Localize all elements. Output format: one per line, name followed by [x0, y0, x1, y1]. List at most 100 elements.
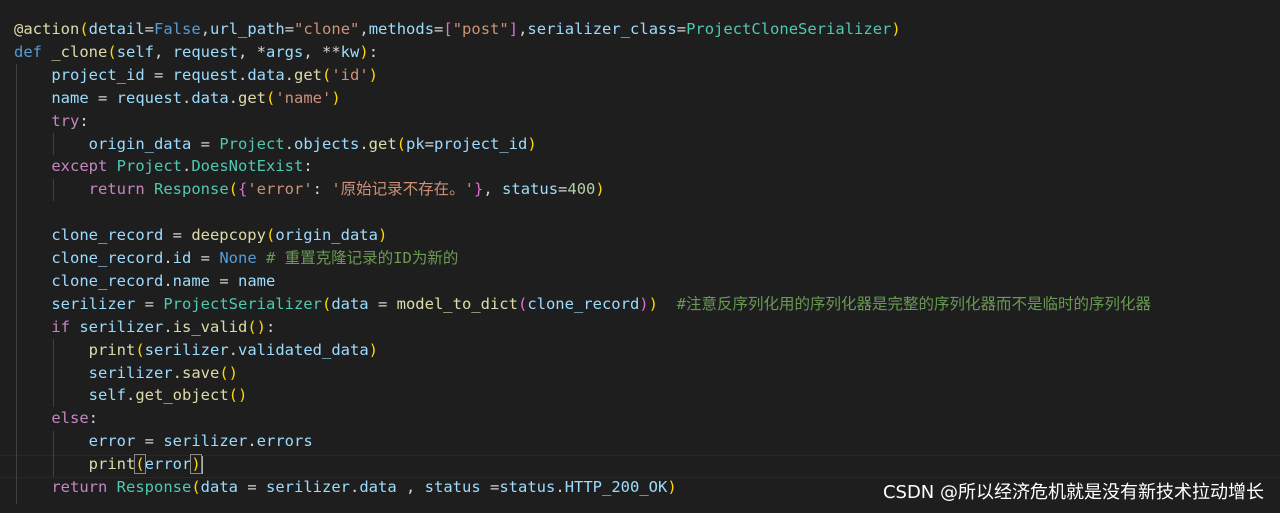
code-line[interactable]: print(serilizer.validated_data)	[14, 339, 378, 362]
code-editor[interactable]: @action(detail=False,url_path="clone",me…	[0, 0, 1280, 513]
code-line[interactable]: project_id = request.data.get('id')	[14, 64, 378, 87]
code-token-bracket-y: (	[228, 180, 238, 199]
code-token-punct	[14, 89, 51, 107]
code-token-punct	[14, 455, 89, 473]
code-token-punct: ,	[396, 478, 425, 496]
code-token-param: url_path	[210, 20, 285, 38]
code-line[interactable]: clone_record.name = name	[14, 270, 275, 293]
code-token-punct: :	[88, 409, 98, 428]
code-token-class: ProjectSerializer	[163, 294, 322, 313]
code-token-bool: False	[154, 20, 201, 38]
code-line[interactable]: name = request.data.get('name')	[14, 87, 340, 110]
code-line[interactable]: return Response({'error': '原始记录不存在。'}, s…	[14, 178, 605, 201]
code-token-variable: name	[51, 88, 89, 107]
code-token-punct	[145, 180, 154, 198]
code-token-bracket-p: (	[517, 294, 528, 313]
code-token-variable: self	[88, 386, 126, 405]
code-token-bracket-match: )	[190, 454, 202, 475]
code-line[interactable]: origin_data = Project.objects.get(pk=pro…	[14, 133, 537, 156]
code-token-variable: objects	[293, 134, 360, 153]
code-token-punct: .	[172, 363, 182, 382]
code-line[interactable]: error = serilizer.errors	[14, 430, 313, 453]
code-token-punct: =	[676, 20, 687, 38]
code-line[interactable]: clone_record = deepcopy(origin_data)	[14, 224, 387, 247]
code-token-punct: .	[163, 317, 173, 336]
code-token-punct	[14, 272, 51, 290]
code-token-punct	[14, 295, 51, 313]
code-token-punct: .	[350, 478, 360, 496]
text-cursor	[200, 455, 203, 474]
code-line[interactable]: def _clone(self, request, *args, **kw):	[14, 41, 378, 64]
code-token-function: deepcopy	[191, 226, 266, 245]
code-token-punct: =	[135, 432, 164, 451]
code-token-control: if	[51, 317, 70, 336]
code-token-bracket-p: ]	[508, 20, 519, 38]
code-token-variable: error	[88, 432, 136, 451]
code-token-punct	[107, 478, 116, 496]
code-token-punct: .	[182, 157, 192, 176]
code-line[interactable]: try:	[14, 110, 89, 133]
code-line[interactable]: clone_record.id = None # 重置克隆记录的ID为新的	[14, 247, 458, 270]
code-token-bracket-y: )	[368, 65, 379, 84]
code-token-punct: =	[191, 249, 220, 267]
code-token-variable: clone_record	[51, 226, 164, 245]
code-token-param: status	[424, 478, 481, 496]
code-token-bracket-match: (	[134, 454, 146, 475]
code-token-punct: =	[191, 134, 220, 153]
code-token-variable: error	[144, 455, 192, 474]
code-token-bracket-y: (	[265, 226, 276, 245]
code-line[interactable]: serilizer = ProjectSerializer(data = mod…	[14, 293, 1151, 316]
code-token-variable: origin_data	[275, 226, 378, 245]
code-token-variable: request	[172, 65, 238, 84]
code-line[interactable]: else:	[14, 407, 98, 430]
code-token-punct: ,	[359, 20, 369, 38]
code-token-param: data	[200, 478, 238, 496]
code-token-punct: .	[181, 88, 192, 107]
code-token-punct: :	[368, 42, 379, 61]
code-token-variable: serilizer	[144, 340, 229, 359]
code-token-punct: :	[79, 111, 89, 130]
code-line[interactable]: self.get_object()	[14, 384, 248, 407]
code-token-punct: .	[163, 249, 173, 267]
code-token-variable: clone_record	[51, 249, 164, 267]
code-token-bracket-p: [	[443, 20, 453, 38]
code-token-punct	[14, 249, 51, 267]
code-token-punct	[14, 364, 89, 382]
code-token-variable: data	[359, 478, 397, 496]
code-token-bracket-p: {	[238, 180, 248, 199]
code-line[interactable]: except Project.DoesNotExist:	[14, 155, 312, 178]
code-token-punct: :	[312, 180, 332, 199]
code-token-bracket-y: )	[368, 340, 379, 359]
code-token-param: pk	[406, 134, 425, 153]
code-token-punct	[14, 386, 89, 404]
code-token-punct	[14, 157, 51, 175]
code-line[interactable]: if serilizer.is_valid():	[14, 316, 275, 339]
code-token-punct: =	[238, 478, 266, 496]
code-token-class: DoesNotExist	[191, 157, 304, 176]
code-token-keyword: def	[14, 42, 42, 61]
code-token-string: "clone"	[294, 20, 360, 38]
code-token-class: Response	[116, 478, 192, 496]
code-token-punct: =	[144, 65, 173, 84]
code-line[interactable]: return Response(data = serilizer.data , …	[14, 476, 676, 499]
code-token-punct	[14, 409, 51, 427]
code-token-class: Response	[154, 180, 229, 199]
code-token-punct: =	[135, 294, 164, 313]
code-token-punct: .	[359, 134, 369, 153]
code-token-punct: :	[266, 317, 276, 336]
code-token-variable: errors	[256, 432, 313, 451]
code-token-variable: serilizer	[51, 294, 136, 313]
code-token-param: kw	[340, 42, 360, 61]
code-token-control: return	[51, 478, 108, 496]
code-line[interactable]: serilizer.save()	[14, 362, 238, 385]
code-token-variable: name	[172, 271, 210, 290]
code-token-punct	[14, 318, 51, 336]
code-line[interactable]: print(error)	[14, 453, 203, 476]
code-token-punct: ,	[154, 42, 173, 61]
code-line[interactable]: @action(detail=False,url_path="clone",me…	[14, 18, 901, 41]
code-token-bracket-y: (	[266, 88, 276, 107]
code-token-control: except	[51, 157, 108, 176]
code-token-punct	[42, 43, 51, 61]
watermark: CSDN @所以经济危机就是没有新技术拉动增长	[882, 482, 1264, 503]
code-token-punct: =	[284, 20, 295, 38]
